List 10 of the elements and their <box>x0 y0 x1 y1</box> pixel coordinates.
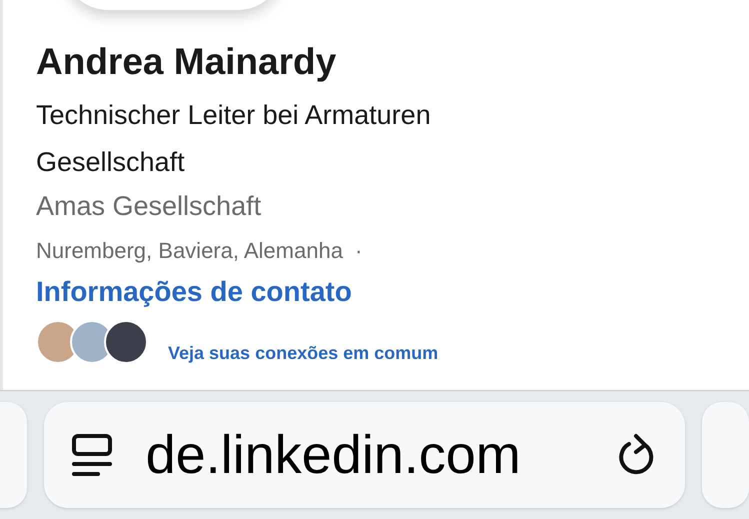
address-bar[interactable]: de.linkedin.com <box>44 402 686 508</box>
url-text: de.linkedin.com <box>146 425 521 485</box>
location-text: Nuremberg, Baviera, Alemanha <box>36 237 343 265</box>
reader-icon[interactable] <box>72 434 112 476</box>
profile-headline: Technischer Leiter bei Armaturen Gesellschaft <box>36 99 432 179</box>
contact-info-link[interactable]: Informações de contato <box>36 274 352 310</box>
mutual-connections-link[interactable]: Veja suas conexões em comum <box>168 342 438 364</box>
profile-name: Andrea Mainardy <box>36 40 338 84</box>
separator-dot: · <box>354 237 362 265</box>
company-name: Amas Gesellschaft <box>36 190 262 223</box>
